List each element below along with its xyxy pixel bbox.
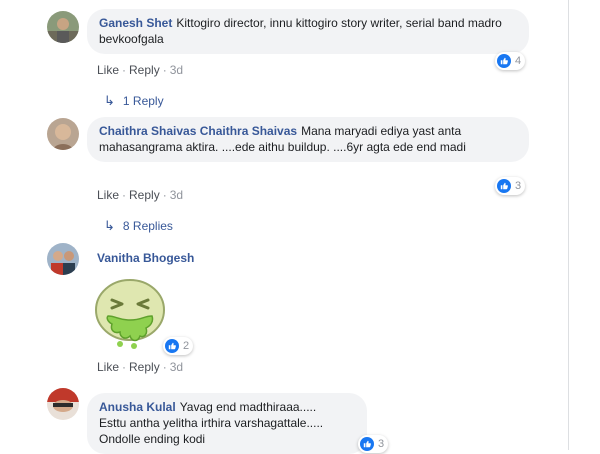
timestamp[interactable]: 3d [170, 63, 183, 77]
reply-arrow-icon: ↳ [104, 93, 115, 108]
replies-label: 8 Replies [122, 219, 173, 233]
comment-actions: Like · Reply · 3d [97, 188, 184, 202]
reply-arrow-icon: ↳ [104, 218, 115, 233]
comment-text-line: Esttu antha yelitha irthira varshagattal… [99, 416, 324, 430]
reaction-number: 3 [515, 180, 522, 192]
avatar[interactable] [47, 11, 79, 43]
avatar[interactable] [47, 243, 79, 275]
thumbs-up-icon [360, 437, 374, 451]
reaction-number: 2 [183, 340, 190, 352]
like-button[interactable]: Like [97, 360, 119, 374]
like-button[interactable]: Like [97, 63, 119, 77]
reply-button[interactable]: Reply [129, 188, 160, 202]
thumbs-up-icon [497, 179, 511, 193]
comment-text-line: Ondolle ending kodi [99, 432, 206, 446]
like-button[interactable]: Like [97, 188, 119, 202]
comment-author[interactable]: Chaithra Shaivas Chaithra Shaivas [99, 124, 297, 138]
thumbs-up-icon [497, 54, 511, 68]
view-replies-link[interactable]: ↳ 8 Replies [104, 218, 173, 234]
comment-author[interactable]: Anusha Kulal [99, 400, 176, 414]
thumbs-up-icon [165, 339, 179, 353]
sick-face-sticker [90, 276, 170, 357]
comment-actions: Like · Reply · 3d [97, 63, 184, 77]
avatar[interactable] [47, 388, 79, 420]
reaction-count[interactable]: 3 [495, 177, 526, 195]
feed-border [568, 0, 569, 450]
avatar[interactable] [47, 118, 79, 150]
comment-author[interactable]: Vanitha Bhogesh [97, 251, 194, 265]
comment-bubble: Anusha Kulal Yavag end madthiraaa..... Es… [87, 393, 367, 454]
reaction-number: 3 [378, 438, 385, 450]
timestamp[interactable]: 3d [170, 188, 183, 202]
reply-button[interactable]: Reply [129, 63, 160, 77]
comment-bubble: Chaithra Shaivas Chaithra Shaivas Mana ma… [87, 117, 529, 162]
reply-button[interactable]: Reply [129, 360, 160, 374]
comment-text-line: Yavag end madthiraaa..... [179, 400, 317, 414]
reaction-count[interactable]: 4 [495, 52, 526, 70]
comment-author[interactable]: Ganesh Shet [99, 16, 172, 30]
comment-bubble: Ganesh Shet Kittogiro director, innu kitt… [87, 9, 529, 54]
view-replies-link[interactable]: ↳ 1 Reply [104, 93, 164, 109]
reaction-count[interactable]: 3 [358, 435, 389, 453]
replies-label: 1 Reply [122, 94, 164, 108]
timestamp[interactable]: 3d [170, 360, 183, 374]
reaction-count[interactable]: 2 [163, 337, 194, 355]
reaction-number: 4 [515, 55, 522, 67]
comment-actions: Like · Reply · 3d [97, 360, 184, 374]
